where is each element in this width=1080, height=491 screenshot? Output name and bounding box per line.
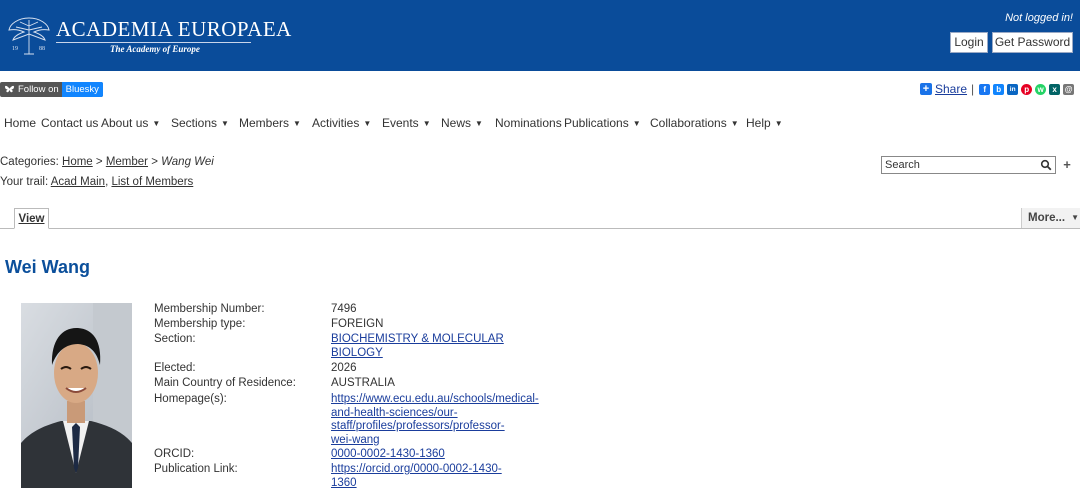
svg-text:19: 19 <box>12 46 18 52</box>
nav-item-members[interactable]: Members ▼ <box>239 116 301 130</box>
tab-view[interactable]: View <box>14 208 49 229</box>
site-header: 19 88 ACADEMIA EUROPAEA The Academy of E… <box>0 0 1080 71</box>
bluesky-label: Bluesky <box>61 82 103 97</box>
more-button[interactable]: More... ▼ <box>1021 208 1080 228</box>
breadcrumb-separator: > <box>95 156 103 168</box>
homepage-value: https://www.ecu.edu.au/schools/medical-a… <box>331 393 539 447</box>
breadcrumb-home-link[interactable]: Home <box>62 156 93 168</box>
publication-link-label: Publication Link: <box>154 463 238 475</box>
publication-line-1: https://orcid.org/0000-0002-1430- <box>331 463 502 475</box>
chevron-down-icon: ▼ <box>632 119 641 128</box>
section-line-2: BIOLOGY <box>331 346 383 359</box>
homepage-label: Homepage(s): <box>154 393 227 405</box>
nav-item-nominations[interactable]: Nominations <box>495 116 562 130</box>
homepage-link[interactable]: https://www.ecu.edu.au/schools/medical-a… <box>331 393 539 446</box>
linkedin-icon[interactable]: in <box>1007 83 1019 95</box>
section-link[interactable]: BIOCHEMISTRY & MOLECULAR BIOLOGY <box>331 333 504 359</box>
chevron-down-icon: ▼ <box>1071 213 1079 222</box>
member-photo <box>21 303 132 488</box>
orcid-value: 0000-0002-1430-1360 <box>331 448 445 462</box>
chevron-down-icon: ▼ <box>774 119 783 128</box>
whatsapp-icon[interactable]: w <box>1035 83 1047 95</box>
page-title: Wei Wang <box>5 257 90 277</box>
homepage-line-2: and-health-sciences/our- <box>331 406 458 419</box>
nav-item-sections[interactable]: Sections ▼ <box>171 116 229 130</box>
section-label: Section: <box>154 333 196 345</box>
breadcrumb-separator: > <box>151 156 158 168</box>
homepage-line-4: wei-wang <box>331 433 380 446</box>
trail-list-of-members-link[interactable]: List of Members <box>111 176 193 188</box>
nav-item-publications[interactable]: Publications ▼ <box>564 116 641 130</box>
categories-prefix: Categories: <box>0 156 59 168</box>
follow-bluesky-button[interactable]: Follow on Bluesky <box>0 82 103 97</box>
membership-type-value: FOREIGN <box>331 318 384 330</box>
nav-item-events[interactable]: Events ▼ <box>382 116 431 130</box>
chevron-down-icon: ▼ <box>363 119 372 128</box>
nav-item-help[interactable]: Help ▼ <box>746 116 783 130</box>
share-separator: | <box>971 82 975 96</box>
logo-name: ACADEMIA EUROPAEA <box>56 17 292 41</box>
chevron-down-icon: ▼ <box>293 119 301 128</box>
facebook-icon[interactable]: f <box>979 83 991 95</box>
svg-text:88: 88 <box>39 46 45 52</box>
orcid-label: ORCID: <box>154 448 195 460</box>
share-plus-icon[interactable]: + <box>920 83 932 95</box>
chevron-down-icon: ▼ <box>475 119 483 128</box>
login-status: Not logged in! <box>1005 12 1073 24</box>
publication-line-2: 1360 <box>331 476 357 489</box>
publication-link-value: https://orcid.org/0000-0002-1430- 1360 <box>331 463 502 490</box>
nav-item-home[interactable]: Home <box>4 116 36 130</box>
homepage-line-1: https://www.ecu.edu.au/schools/medical- <box>331 393 539 405</box>
homepage-line-3: staff/profiles/professors/professor- <box>331 420 505 432</box>
membership-number-label: Membership Number: <box>154 303 265 315</box>
country-value: AUSTRALIA <box>331 377 395 389</box>
share-link[interactable]: Share <box>935 82 967 96</box>
trail-comma: , <box>105 176 109 188</box>
email-icon[interactable]: @ <box>1063 83 1075 95</box>
publication-link[interactable]: https://orcid.org/0000-0002-1430- 1360 <box>331 463 502 489</box>
add-button[interactable]: + <box>1058 157 1076 174</box>
pinterest-icon[interactable]: p <box>1021 83 1033 95</box>
share-bar: + Share | f b in p w x @ <box>920 81 1077 97</box>
follow-on-label: Follow on <box>18 84 59 95</box>
logo-subtitle: The Academy of Europe <box>110 44 200 54</box>
more-label: More... <box>1028 212 1066 224</box>
breadcrumb: Categories: Home > Member > Wang Wei <box>0 156 214 168</box>
orcid-link[interactable]: 0000-0002-1430-1360 <box>331 448 445 460</box>
tree-logo-icon: 19 88 <box>8 17 50 55</box>
country-label: Main Country of Residence: <box>154 377 296 389</box>
chevron-down-icon: ▼ <box>422 119 431 128</box>
academia-europaea-logo[interactable]: 19 88 ACADEMIA EUROPAEA The Academy of E… <box>6 10 291 62</box>
breadcrumb-member-link[interactable]: Member <box>106 156 148 168</box>
search-input[interactable]: Search <box>881 156 1056 174</box>
elected-value: 2026 <box>331 362 357 374</box>
trail-acad-main-link[interactable]: Acad Main <box>51 176 105 188</box>
trail-prefix: Your trail: <box>0 176 49 188</box>
chevron-down-icon: ▼ <box>221 119 229 128</box>
xing-icon[interactable]: x <box>1049 83 1061 95</box>
membership-type-label: Membership type: <box>154 318 246 330</box>
nav-item-about-us[interactable]: About us ▼ <box>101 116 160 130</box>
section-value: BIOCHEMISTRY & MOLECULAR BIOLOGY <box>331 333 504 360</box>
elected-label: Elected: <box>154 362 196 374</box>
breadcrumb-current: Wang Wei <box>161 156 214 168</box>
nav-item-contact-us[interactable]: Contact us <box>41 116 98 130</box>
search-icon[interactable] <box>1040 159 1052 171</box>
nav-item-news[interactable]: News ▼ <box>441 116 483 130</box>
login-button[interactable]: Login <box>950 32 988 53</box>
tab-divider <box>0 228 1080 229</box>
membership-number-value: 7496 <box>331 303 357 315</box>
chevron-down-icon: ▼ <box>152 119 161 128</box>
bluesky-icon[interactable]: b <box>993 83 1005 95</box>
get-password-button[interactable]: Get Password <box>992 32 1073 53</box>
butterfly-icon <box>5 85 14 93</box>
logo-divider <box>56 42 251 43</box>
section-line-1: BIOCHEMISTRY & MOLECULAR <box>331 333 504 345</box>
nav-item-activities[interactable]: Activities ▼ <box>312 116 371 130</box>
nav-item-collaborations[interactable]: Collaborations ▼ <box>650 116 739 130</box>
trail: Your trail: Acad Main, List of Members <box>0 176 193 188</box>
chevron-down-icon: ▼ <box>730 119 739 128</box>
